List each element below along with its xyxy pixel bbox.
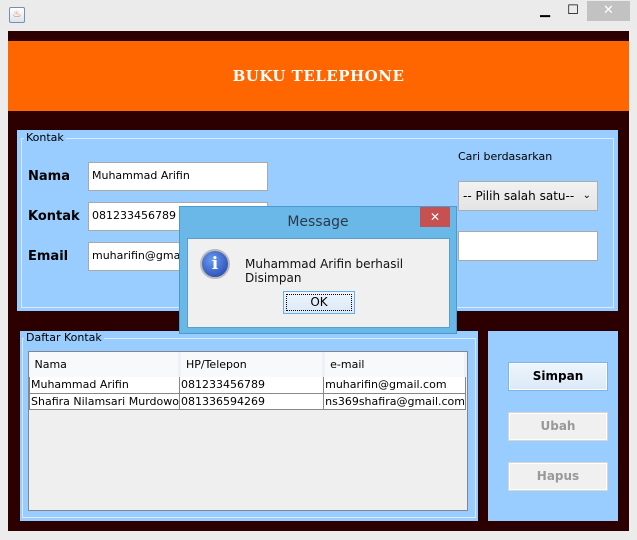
nama-input[interactable]: Muhammad Arifin [88, 162, 268, 191]
search-label: Cari berdasarkan [458, 150, 553, 163]
minimize-button[interactable]: ▁ [530, 1, 560, 21]
daftar-group-label: Daftar Kontak [24, 331, 104, 344]
java-icon: ♨ [9, 7, 25, 23]
kontak-group-label: Kontak [24, 131, 66, 144]
hapus-button[interactable]: Hapus [508, 462, 608, 491]
cell-nama[interactable]: Muhammad Arifin [29, 377, 180, 394]
column-header-nama[interactable]: Nama [29, 352, 181, 377]
close-button[interactable]: ✕ [587, 1, 630, 21]
search-criteria-select[interactable]: -- Pilih salah satu-- ⌄ [458, 181, 598, 211]
cell-telepon[interactable]: 081336594269 [178, 393, 325, 410]
column-header-telepon[interactable]: HP/Telepon [179, 352, 326, 377]
maximize-button[interactable]: ☐ [560, 1, 586, 21]
table-row[interactable]: Shafira Nilamsari Murdowo 081336594269 n… [29, 393, 466, 410]
ubah-button[interactable]: Ubah [508, 412, 608, 441]
ok-button[interactable]: OK [283, 291, 355, 314]
dialog-close-button[interactable]: ✕ [420, 207, 450, 227]
dialog-title: Message [287, 214, 349, 230]
dialog-message: Muhammad Arifin berhasil Disimpan [245, 257, 404, 285]
simpan-button[interactable]: Simpan [508, 362, 608, 391]
search-input[interactable] [458, 231, 598, 261]
cell-email[interactable]: ns369shafira@gmail.com [323, 393, 466, 410]
email-label: Email [28, 249, 69, 264]
message-dialog: Message ✕ i Muhammad Arifin berhasil Dis… [179, 206, 457, 334]
cell-nama[interactable]: Shafira Nilamsari Murdowo [29, 393, 180, 410]
info-icon: i [200, 249, 230, 279]
contacts-table[interactable]: Nama HP/Telepon e-mail Muhammad Arifin 0… [28, 351, 468, 511]
select-value: -- Pilih salah satu-- [463, 189, 575, 203]
chevron-down-icon: ⌄ [582, 190, 591, 201]
kontak-label: Kontak [28, 209, 80, 224]
app-header: BUKU TELEPHONE [8, 41, 629, 111]
table-row[interactable]: Muhammad Arifin 081233456789 muharifin@g… [29, 377, 466, 394]
column-header-email[interactable]: e-mail [323, 352, 467, 377]
cell-telepon[interactable]: 081233456789 [178, 377, 325, 394]
dialog-body: i Muhammad Arifin berhasil Disimpan OK [187, 238, 450, 328]
cell-email[interactable]: muharifin@gmail.com [323, 377, 466, 394]
nama-label: Nama [28, 169, 70, 184]
